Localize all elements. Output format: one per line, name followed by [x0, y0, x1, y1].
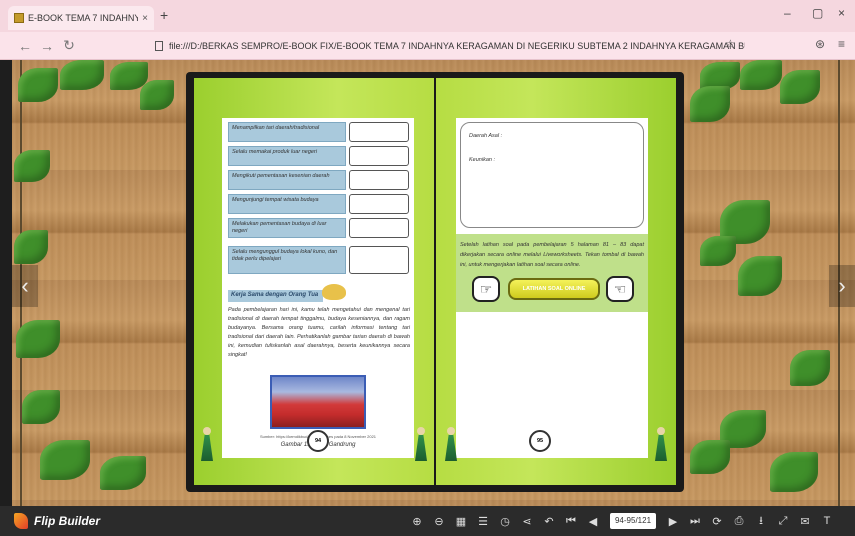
- back-button[interactable]: ←: [14, 38, 36, 54]
- tab-title: E-BOOK TEMA 7 INDAHNYA KE: [28, 13, 139, 23]
- pointing-hand-icon: ☜: [606, 276, 634, 302]
- online-instructions: Setelah latihan soal pada pembelajaran 5…: [460, 242, 644, 268]
- zoom-in-icon[interactable]: ⊕: [406, 515, 428, 528]
- first-page-icon[interactable]: ⏮: [560, 515, 582, 528]
- ivy-leaf: [770, 452, 818, 492]
- ivy-leaf: [60, 60, 104, 90]
- fullscreen-icon[interactable]: ⤢: [772, 515, 794, 528]
- ivy-leaf: [16, 320, 60, 358]
- next-page-arrow[interactable]: ›: [829, 265, 855, 307]
- brand-name: Flip Builder: [34, 514, 100, 528]
- flipbook-stage: ‹ › Menampilkan tari daerah/tradisional …: [0, 60, 855, 506]
- latihan-soal-online-button[interactable]: LATIHAN SOAL ONLINE: [508, 278, 600, 300]
- download-icon[interactable]: ⭳: [750, 512, 772, 531]
- page-sheet: Menampilkan tari daerah/tradisional Sela…: [222, 118, 414, 458]
- row-label: Menampilkan tari daerah/tradisional: [228, 122, 346, 142]
- prev-page-arrow[interactable]: ‹: [12, 265, 38, 307]
- row-label: Mengunjungi tempat wisata budaya: [228, 194, 346, 214]
- ivy-leaf: [738, 256, 782, 296]
- menu-icon[interactable]: ≡: [838, 37, 845, 51]
- dancer-figure-icon: [652, 427, 670, 463]
- answer-box[interactable]: [349, 218, 409, 238]
- answer-box[interactable]: [349, 122, 409, 142]
- section-title: Kerja Sama dengan Orang Tua: [228, 290, 323, 302]
- reload-button[interactable]: ↻: [58, 37, 80, 54]
- new-tab-button[interactable]: +: [160, 7, 168, 23]
- ebook-favicon-icon: [14, 13, 24, 23]
- bookmark-star-icon[interactable]: ☆: [725, 37, 736, 51]
- ivy-leaf: [700, 236, 736, 266]
- zoom-out-icon[interactable]: ⊖: [428, 515, 450, 528]
- page-number: 94: [307, 430, 329, 452]
- previous-page-icon[interactable]: ◀: [582, 515, 604, 528]
- toolbar-buttons: ⊕ ⊖ ▦ ☰ ◷ ⋖ ↶ ⏮ ◀ 94-95/121 ▶ ⏭ ⟳ ⎙ ⭳ ⤢ …: [406, 506, 838, 536]
- answer-box[interactable]: [349, 146, 409, 166]
- page-indicator-input[interactable]: 94-95/121: [610, 513, 656, 529]
- undo-icon[interactable]: ↶: [538, 515, 560, 528]
- flip-builder-logo-icon: [14, 513, 28, 529]
- ivy-leaf: [690, 86, 730, 122]
- ivy-leaf: [690, 440, 730, 474]
- next-page-icon[interactable]: ▶: [662, 515, 684, 528]
- minimize-button[interactable]: –: [784, 6, 791, 20]
- url-text: file:///D:/BERKAS SEMPRO/E-BOOK FIX/E-BO…: [169, 41, 745, 51]
- share-icon[interactable]: ⋖: [516, 515, 538, 528]
- page-sheet: Daerah Asal : Keunikan : Setelah latihan…: [456, 118, 648, 458]
- address-bar[interactable]: file:///D:/BERKAS SEMPRO/E-BOOK FIX/E-BO…: [155, 38, 745, 54]
- ivy-leaf: [780, 70, 820, 104]
- ivy-leaf: [22, 390, 60, 424]
- flipbook: Menampilkan tari daerah/tradisional Sela…: [186, 72, 684, 492]
- answer-box[interactable]: [349, 170, 409, 190]
- instruction-paragraph: Pada pembelajaran hari ini, kamu telah m…: [228, 307, 410, 358]
- family-illustration-icon: [322, 284, 346, 300]
- brand: Flip Builder: [14, 513, 100, 529]
- answer-box[interactable]: [349, 194, 409, 214]
- keunikan-label: Keunikan :: [469, 157, 495, 163]
- email-icon[interactable]: ✉: [794, 515, 816, 528]
- ivy-leaf: [140, 80, 174, 110]
- daerah-asal-label: Daerah Asal :: [469, 133, 503, 139]
- row-label: Melakukan pementasan budaya di luar nege…: [228, 218, 346, 238]
- browser-tab[interactable]: E-BOOK TEMA 7 INDAHNYA KE ×: [8, 6, 154, 30]
- last-page-icon[interactable]: ⏭: [684, 515, 706, 528]
- page-number: 95: [529, 430, 551, 452]
- dance-photo: [270, 375, 366, 429]
- page-95[interactable]: Daerah Asal : Keunikan : Setelah latihan…: [436, 78, 676, 485]
- row-label: Mengikuti pementasan kesenian daerah: [228, 170, 346, 190]
- tab-close-icon[interactable]: ×: [142, 13, 148, 24]
- dancer-figure-icon: [442, 427, 460, 463]
- ivy-leaf: [40, 440, 90, 480]
- close-window-button[interactable]: ×: [838, 6, 845, 20]
- dancer-figure-icon: [412, 427, 430, 463]
- ivy-leaf: [14, 230, 48, 264]
- file-icon: [155, 41, 163, 51]
- online-exercise-panel: Setelah latihan soal pada pembelajaran 5…: [456, 234, 648, 312]
- ivy-leaf: [790, 350, 830, 386]
- print-icon[interactable]: ⎙: [728, 515, 750, 528]
- pointing-hand-icon: ☞: [472, 276, 500, 302]
- row-label: Selalu memakai produk luar negeri: [228, 146, 346, 166]
- autoplay-icon[interactable]: ◷: [494, 515, 516, 528]
- thumbnails-icon[interactable]: ▦: [450, 515, 472, 528]
- maximize-button[interactable]: ▢: [812, 6, 823, 20]
- forward-button[interactable]: →: [36, 38, 58, 54]
- browser-tab-bar: E-BOOK TEMA 7 INDAHNYA KE × + – ▢ ×: [0, 0, 855, 32]
- dancer-figure-icon: [198, 427, 216, 463]
- table-of-contents-icon[interactable]: ☰: [472, 515, 494, 528]
- left-edge: [0, 60, 12, 506]
- row-label: Selalu mengunggul budaya lokal kuno, dan…: [228, 246, 346, 274]
- ivy-leaf: [740, 60, 782, 90]
- flipbook-toolbar: Flip Builder ⊕ ⊖ ▦ ☰ ◷ ⋖ ↶ ⏮ ◀ 94-95/121…: [0, 506, 855, 536]
- pocket-icon[interactable]: ⊛: [815, 37, 825, 51]
- page-94[interactable]: Menampilkan tari daerah/tradisional Sela…: [194, 78, 434, 485]
- text-icon[interactable]: T: [816, 515, 838, 527]
- answer-box[interactable]: [349, 246, 409, 274]
- ivy-leaf: [18, 68, 58, 102]
- refresh-icon[interactable]: ⟳: [706, 515, 728, 528]
- ivy-leaf: [14, 150, 50, 182]
- ivy-leaf: [100, 456, 146, 490]
- answer-area[interactable]: Daerah Asal : Keunikan :: [460, 122, 644, 228]
